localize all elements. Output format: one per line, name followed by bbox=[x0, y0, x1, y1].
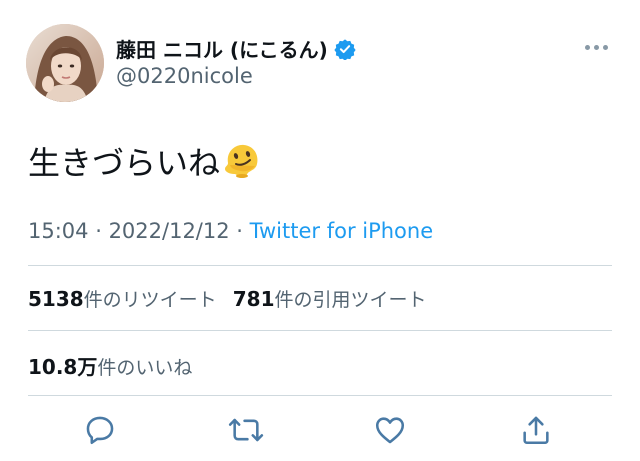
user-name-row[interactable]: 藤田 ニコル (にこるん) bbox=[116, 34, 356, 63]
quotes-count: 781 bbox=[232, 287, 275, 311]
tweet-meta: 15:04 · 2022/12/12 · Twitter for iPhone bbox=[28, 219, 433, 243]
meta-separator: · bbox=[88, 219, 109, 243]
stats-row-likes: 10.8万件のいいね bbox=[28, 351, 192, 380]
likes-count: 10.8万 bbox=[28, 355, 98, 379]
avatar[interactable] bbox=[26, 24, 104, 102]
tweet-time[interactable]: 15:04 bbox=[28, 219, 89, 243]
divider bbox=[28, 395, 612, 396]
stats-row-shares: 5138件のリツイート 781件の引用ツイート bbox=[28, 285, 427, 312]
share-icon[interactable] bbox=[516, 410, 556, 450]
reply-icon[interactable] bbox=[80, 410, 120, 450]
quotes-stat[interactable]: 781件の引用ツイート bbox=[233, 285, 427, 312]
like-icon[interactable] bbox=[370, 410, 410, 450]
action-bar bbox=[0, 410, 640, 450]
retweets-count: 5138 bbox=[28, 287, 84, 311]
tweet-body: 生きづらいね bbox=[28, 144, 221, 182]
more-dot bbox=[585, 44, 590, 50]
display-name[interactable]: 藤田 ニコル (にこるん) bbox=[116, 34, 328, 63]
quotes-label: 件の引用ツイート bbox=[274, 289, 427, 311]
meta-separator: · bbox=[229, 219, 250, 243]
tweet-date[interactable]: 2022/12/12 bbox=[109, 219, 230, 243]
likes-stat[interactable]: 10.8万件のいいね bbox=[28, 351, 192, 380]
more-options-icon[interactable] bbox=[585, 42, 611, 52]
user-handle[interactable]: @0220nicole bbox=[116, 64, 253, 88]
tweet-text: 生きづらいね bbox=[28, 138, 262, 184]
more-dot bbox=[594, 44, 599, 50]
likes-label: 件のいいね bbox=[97, 357, 193, 379]
melting-face-emoji bbox=[222, 141, 262, 181]
retweets-label: 件のリツイート bbox=[83, 289, 217, 311]
divider bbox=[28, 330, 612, 331]
verified-badge-icon bbox=[334, 38, 356, 61]
tweet-source[interactable]: Twitter for iPhone bbox=[250, 219, 434, 243]
more-dot bbox=[603, 44, 608, 50]
retweets-stat[interactable]: 5138件のリツイート bbox=[28, 285, 217, 312]
retweet-icon[interactable] bbox=[226, 410, 266, 450]
divider bbox=[28, 265, 612, 266]
